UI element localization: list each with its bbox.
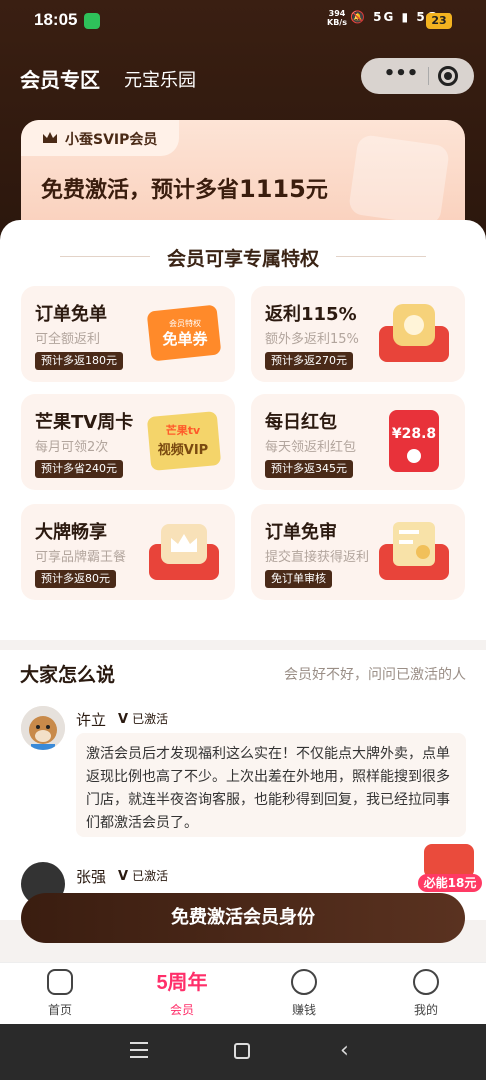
reviewer-name: 张强 — [76, 868, 107, 886]
signal-bars-icon: ▮ — [401, 10, 411, 24]
tab-yuanbao-park[interactable]: 元宝乐园 — [124, 66, 196, 92]
privileges-panel: 会员可享专属特权 订单免单 可全额返利 预计多返180元 会员特权 免单券 返利… — [0, 220, 486, 640]
wechat-icon — [84, 13, 100, 29]
floating-red-packet-label: 必能18元 — [418, 874, 482, 892]
signal-1-label: 5G — [373, 10, 396, 24]
coupon-line1: 会员特权 — [169, 318, 201, 328]
perk-tag: 预计多返270元 — [265, 352, 353, 370]
home-icon — [47, 969, 73, 995]
mango-tv-label: 芒果tv — [166, 423, 201, 437]
top-nav: 会员专区 元宝乐园 ••• — [0, 58, 486, 98]
money-bag-icon — [379, 304, 449, 362]
reviews-subtitle: 会员好不好，问问已激活的人 — [284, 667, 466, 683]
perk-tag: 预计多返180元 — [35, 352, 123, 370]
perk-tag: 预计多返345元 — [265, 460, 353, 478]
page-title[interactable]: 会员专区 — [20, 64, 100, 93]
free-coupon-icon: 会员特权 免单券 — [147, 305, 221, 361]
perk-tag: 免订单审核 — [265, 570, 332, 588]
perk-mango-tv[interactable]: 芒果TV周卡 每月可领2次 预计多省240元 芒果tv 视频VIP — [21, 394, 235, 490]
review-content: 激活会员后才发现福利这么实在！不仅能点大牌外卖，点单返现比例也高了不少。上次出差… — [76, 733, 466, 837]
svip-badge: 小蚕SVIP会员 — [21, 120, 179, 156]
coupon-line2: 免单券 — [162, 330, 208, 348]
anniversary-icon: 5周年 — [156, 972, 208, 994]
title-divider — [60, 256, 150, 257]
activate-membership-button[interactable]: 免费激活会员身份 — [21, 893, 465, 943]
floating-red-packet[interactable]: 必能18元 — [418, 838, 482, 892]
reviews-title: 大家怎么说 — [20, 664, 116, 686]
mute-icon: 🔕 — [350, 10, 367, 24]
perk-no-review[interactable]: 订单免审 提交直接获得返利 免订单审核 — [251, 504, 465, 600]
perk-tag: 预计多返80元 — [35, 570, 116, 588]
reviewer-name: 许立 — [76, 711, 107, 729]
tab-profile[interactable]: 我的 — [386, 969, 466, 1018]
battery-icon: 23 — [426, 13, 452, 29]
red-packet-icon: ¥28.8 — [389, 410, 439, 472]
status-time: 18:05 — [34, 10, 78, 29]
close-miniprogram-icon[interactable] — [438, 66, 458, 86]
privileges-title: 会员可享专属特权 — [0, 244, 486, 271]
crown-decoration — [347, 133, 451, 227]
activated-badge: V 已激活 — [118, 869, 169, 884]
more-icon[interactable]: ••• — [375, 64, 427, 88]
gift-icon — [424, 844, 474, 878]
crown-box-icon — [149, 524, 219, 580]
svip-headline: 免费激活，预计多省1115元 — [41, 175, 328, 203]
video-vip-label: 视频VIP — [158, 442, 208, 458]
miniprogram-capsule: ••• — [361, 58, 474, 94]
perk-brand-feast[interactable]: 大牌畅享 可享品牌霸王餐 预计多返80元 — [21, 504, 235, 600]
back-icon[interactable]: ‹ — [340, 1040, 360, 1062]
red-packet-amount: ¥28.8 — [392, 426, 436, 442]
activated-badge: V 已激活 — [118, 712, 169, 727]
money-bag-icon — [291, 969, 317, 995]
avatar — [21, 706, 65, 750]
menu-icon[interactable] — [130, 1042, 148, 1058]
profile-face-icon — [413, 969, 439, 995]
home-square-icon[interactable] — [234, 1043, 250, 1059]
net-speed: 394 KB/s — [327, 9, 347, 27]
crown-icon — [43, 132, 57, 143]
svip-badge-label: 小蚕SVIP会员 — [65, 132, 158, 148]
title-divider — [336, 256, 426, 257]
perk-daily-red-packet[interactable]: 每日红包 每天领返利红包 预计多返345元 ¥28.8 — [251, 394, 465, 490]
tab-earn[interactable]: 赚钱 — [264, 969, 344, 1018]
perk-free-order[interactable]: 订单免单 可全额返利 预计多返180元 会员特权 免单券 — [21, 286, 235, 382]
tab-home[interactable]: 首页 — [20, 969, 100, 1018]
reviews-section: 大家怎么说 会员好不好，问问已激活的人 许立 V 已激活 激活会员后才发现福利这么… — [0, 650, 486, 920]
dog-avatar-icon — [21, 706, 65, 750]
system-nav-bar: ‹ — [0, 1024, 486, 1080]
tab-member[interactable]: 5周年 会员 — [142, 969, 222, 1018]
mango-tv-vip-card-icon: 芒果tv 视频VIP — [147, 411, 221, 471]
bottom-tab-bar: 首页 5周年 会员 赚钱 我的 — [0, 962, 486, 1024]
status-bar: 18:05 394 KB/s 🔕 5G ▮ 5G ▮ 23 — [0, 0, 486, 44]
perk-tag: 预计多省240元 — [35, 460, 123, 478]
capsule-divider — [428, 67, 429, 85]
perk-rebate-115[interactable]: 返利115% 额外多返利15% 预计多返270元 — [251, 286, 465, 382]
receipt-icon — [379, 522, 449, 580]
